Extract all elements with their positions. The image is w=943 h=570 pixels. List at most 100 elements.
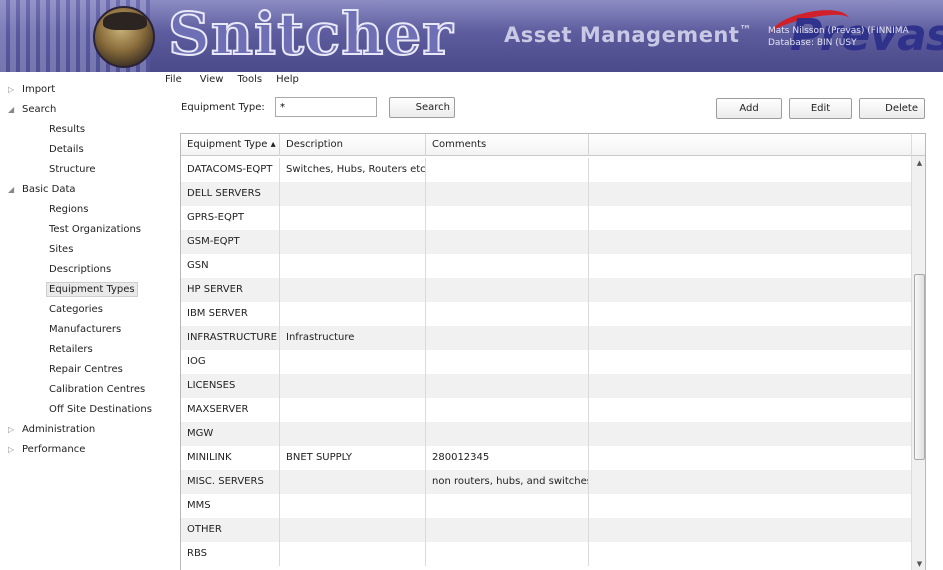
- cell-comments: [426, 494, 589, 518]
- cell-description: [280, 374, 426, 398]
- sidebar-item-equipment-types[interactable]: Equipment Types: [0, 280, 163, 300]
- menu-tools[interactable]: Tools: [237, 74, 262, 85]
- sidebar-item-repair-centres[interactable]: Repair Centres: [0, 360, 163, 380]
- sidebar-item-structure[interactable]: Structure: [0, 160, 163, 180]
- sidebar-item-search[interactable]: ◢ Search: [0, 100, 163, 120]
- cell-description: [280, 254, 426, 278]
- cell-equipment-type: MMS: [181, 494, 280, 518]
- table-row[interactable]: RBS: [181, 542, 911, 566]
- equipment-types-grid: Equipment Type ▴ Description Comments DA…: [180, 133, 926, 570]
- sidebar-item-categories[interactable]: Categories: [0, 300, 163, 320]
- cell-filler: [589, 182, 911, 206]
- add-button[interactable]: Add: [716, 98, 782, 119]
- expanded-triangle-icon[interactable]: ◢: [8, 100, 18, 120]
- sidebar-item-label: Categories: [49, 304, 103, 315]
- equipment-type-input[interactable]: [275, 97, 377, 117]
- sidebar-item-label: Import: [22, 84, 56, 95]
- cell-description: [280, 494, 426, 518]
- sidebar-item-manufacturers[interactable]: Manufacturers: [0, 320, 163, 340]
- cell-filler: [589, 230, 911, 254]
- table-row[interactable]: MGW: [181, 422, 911, 446]
- delete-button[interactable]: Delete: [859, 98, 925, 119]
- cell-description: [280, 182, 426, 206]
- cell-description: BNET SUPPLY: [280, 446, 426, 470]
- table-row[interactable]: IOG: [181, 350, 911, 374]
- table-row[interactable]: MINILINK BNET SUPPLY 280012345: [181, 446, 911, 470]
- table-row[interactable]: MMS: [181, 494, 911, 518]
- expanded-triangle-icon[interactable]: ◢: [8, 180, 18, 200]
- sidebar-item-regions[interactable]: Regions: [0, 200, 163, 220]
- navigation-sidebar: ▷ Import ◢ Search Results Details Structure ◢ Ba…: [0, 72, 163, 570]
- search-button[interactable]: Search: [389, 97, 455, 118]
- sidebar-item-retailers[interactable]: Retailers: [0, 340, 163, 360]
- cell-description: [280, 350, 426, 374]
- collapsed-triangle-icon[interactable]: ▷: [8, 420, 18, 440]
- menu-help[interactable]: Help: [276, 74, 299, 85]
- cell-description: [280, 542, 426, 566]
- sidebar-item-label: Regions: [49, 204, 89, 215]
- table-row[interactable]: HP SERVER: [181, 278, 911, 302]
- table-row[interactable]: LICENSES: [181, 374, 911, 398]
- sidebar-item-label: Retailers: [49, 344, 93, 355]
- table-row[interactable]: IBM SERVER: [181, 302, 911, 326]
- sidebar-item-performance[interactable]: ▷ Performance: [0, 440, 163, 460]
- sidebar-item-off-site-destinations[interactable]: Off Site Destinations: [0, 400, 163, 420]
- cell-equipment-type: RBS: [181, 542, 280, 566]
- collapsed-triangle-icon[interactable]: ▷: [8, 80, 18, 100]
- cell-comments: [426, 398, 589, 422]
- cell-equipment-type: HP SERVER: [181, 278, 280, 302]
- column-header-comments[interactable]: Comments: [426, 134, 589, 156]
- table-row[interactable]: GSN: [181, 254, 911, 278]
- table-row[interactable]: OTHER: [181, 518, 911, 542]
- edit-button[interactable]: Edit: [789, 98, 852, 119]
- cell-filler: [589, 494, 911, 518]
- sidebar-item-results[interactable]: Results: [0, 120, 163, 140]
- collapsed-triangle-icon[interactable]: ▷: [8, 440, 18, 460]
- sidebar-item-details[interactable]: Details: [0, 140, 163, 160]
- grid-header-corner: [911, 134, 925, 156]
- scrollbar-thumb[interactable]: [914, 274, 925, 460]
- sidebar-item-label: Descriptions: [49, 264, 112, 275]
- spy-mascot-icon: [93, 6, 155, 68]
- equipment-type-label: Equipment Type:: [181, 102, 265, 113]
- user-name: Mats Nilsson (Prevas) (FINNIMA: [768, 26, 909, 36]
- scroll-up-arrow-icon[interactable]: ▲: [912, 156, 925, 170]
- sidebar-item-label: Search: [22, 104, 57, 115]
- table-row[interactable]: GSM-EQPT: [181, 230, 911, 254]
- cell-comments: [426, 518, 589, 542]
- cell-filler: [589, 422, 911, 446]
- cell-equipment-type: GSN: [181, 254, 280, 278]
- sidebar-item-basic-data[interactable]: ◢ Basic Data: [0, 180, 163, 200]
- table-row[interactable]: DELL SERVERS: [181, 182, 911, 206]
- cell-equipment-type: DATACOMS-EQPT: [181, 158, 280, 182]
- column-header-equipment-type[interactable]: Equipment Type ▴: [181, 134, 280, 156]
- cell-equipment-type: IOG: [181, 350, 280, 374]
- cell-equipment-type: IBM SERVER: [181, 302, 280, 326]
- table-row[interactable]: INFRASTRUCTURE Infrastructure: [181, 326, 911, 350]
- sidebar-item-label: Administration: [22, 424, 96, 435]
- cell-filler: [589, 302, 911, 326]
- table-row[interactable]: DATACOMS-EQPT Switches, Hubs, Routers etc…: [181, 158, 911, 182]
- menu-file[interactable]: File: [165, 74, 182, 85]
- cell-comments: [426, 374, 589, 398]
- sidebar-item-descriptions[interactable]: Descriptions: [0, 260, 163, 280]
- cell-equipment-type: GSM-EQPT: [181, 230, 280, 254]
- scroll-down-arrow-icon[interactable]: ▼: [912, 557, 925, 570]
- table-row[interactable]: MISC. SERVERS non routers, hubs, and swit…: [181, 470, 911, 494]
- grid-vertical-scrollbar[interactable]: ▲ ▼: [911, 156, 925, 570]
- cell-description: [280, 278, 426, 302]
- table-row[interactable]: MAXSERVER: [181, 398, 911, 422]
- sidebar-item-calibration-centres[interactable]: Calibration Centres: [0, 380, 163, 400]
- sidebar-item-sites[interactable]: Sites: [0, 240, 163, 260]
- column-header-filler: [589, 134, 911, 156]
- sidebar-item-import[interactable]: ▷ Import: [0, 80, 163, 100]
- sidebar-item-test-organizations[interactable]: Test Organizations: [0, 220, 163, 240]
- menu-view[interactable]: View: [200, 74, 224, 85]
- cell-comments: 280012345: [426, 446, 589, 470]
- sidebar-item-label: Basic Data: [22, 184, 76, 195]
- table-row[interactable]: GPRS-EQPT: [181, 206, 911, 230]
- column-header-description[interactable]: Description: [280, 134, 426, 156]
- cell-comments: [426, 230, 589, 254]
- sidebar-item-administration[interactable]: ▷ Administration: [0, 420, 163, 440]
- cell-equipment-type: INFRASTRUCTURE: [181, 326, 280, 350]
